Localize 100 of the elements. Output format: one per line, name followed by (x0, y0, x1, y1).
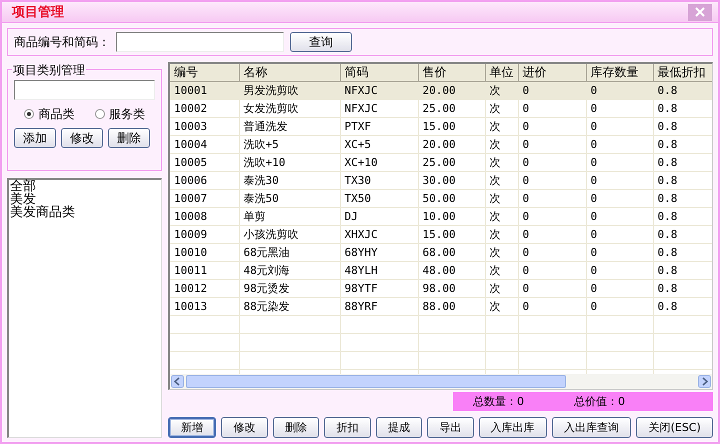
table-cell: 10003 (170, 118, 239, 136)
action-button[interactable]: 折扣 (324, 417, 371, 438)
table-cell: 25.00 (418, 100, 485, 118)
table-cell: XC+5 (340, 136, 418, 154)
action-button[interactable]: 提成 (376, 417, 422, 438)
table-cell: 10005 (170, 154, 239, 172)
table-cell: 98.00 (418, 280, 485, 298)
table-cell: 0 (586, 136, 653, 154)
table-cell: 洗吹+10 (239, 154, 340, 172)
table-cell: 女发洗剪吹 (239, 100, 340, 118)
table-cell: 0 (518, 208, 586, 226)
table-cell: 0 (518, 244, 586, 262)
table-cell: 0.8 (653, 298, 712, 316)
table-cell: 0.8 (653, 100, 712, 118)
action-button[interactable]: 入库出库 (478, 417, 547, 438)
action-button[interactable]: 新增 (168, 417, 216, 438)
table-cell: 88YRF (340, 298, 418, 316)
table-cell: 次 (485, 190, 518, 208)
action-button[interactable]: 删除 (272, 417, 320, 438)
category-button[interactable]: 删除 (108, 128, 150, 148)
table-cell: 0 (586, 262, 653, 280)
table-cell: 0 (586, 208, 653, 226)
table-cell: 48元刘海 (239, 262, 340, 280)
table-cell: 98元烫发 (239, 280, 340, 298)
table-cell: 次 (485, 172, 518, 190)
table-cell: 小孩洗剪吹 (239, 226, 340, 244)
category-name-field[interactable] (14, 80, 155, 100)
table-cell: 0 (518, 172, 586, 190)
table-cell: 10002 (170, 100, 239, 118)
table-cell: 0.8 (653, 82, 712, 100)
close-button[interactable] (688, 4, 712, 20)
radio-option[interactable]: 商品类 (24, 106, 74, 122)
action-button[interactable]: 导出 (427, 417, 474, 438)
table-cell: DJ (340, 208, 418, 226)
table-cell: 10011 (170, 262, 239, 280)
table-cell: 25.00 (418, 154, 485, 172)
action-button[interactable]: 关闭(ESC) (636, 417, 713, 438)
scroll-right-icon[interactable] (698, 375, 711, 388)
total-value: 总价值：0 (574, 394, 625, 409)
table-cell: 0 (586, 244, 653, 262)
search-field[interactable] (116, 32, 284, 52)
table-cell: 68元黑油 (239, 244, 340, 262)
table-cell: 0.8 (653, 190, 712, 208)
table-cell: NFXJC (340, 100, 418, 118)
category-item[interactable]: 美发商品类 (10, 206, 75, 219)
table-cell: 48.00 (418, 262, 485, 280)
category-item[interactable]: 全部 (10, 180, 36, 193)
table-cell: 88.00 (418, 298, 485, 316)
table-cell: 0.8 (653, 262, 712, 280)
column-header[interactable]: 库存数量 (586, 64, 653, 82)
table-cell: 次 (485, 262, 518, 280)
table-cell: 0 (586, 226, 653, 244)
table-cell: 10013 (170, 298, 239, 316)
table-cell: 次 (485, 244, 518, 262)
table-cell: 30.00 (418, 172, 485, 190)
table-cell: 0 (518, 262, 586, 280)
column-header[interactable]: 单位 (485, 64, 518, 82)
column-header[interactable]: 进价 (518, 64, 586, 82)
table-cell: 0 (586, 172, 653, 190)
table-cell: TX30 (340, 172, 418, 190)
column-header[interactable]: 名称 (239, 64, 340, 82)
table-cell: 10009 (170, 226, 239, 244)
category-button[interactable]: 修改 (61, 128, 103, 148)
table-cell: TX50 (340, 190, 418, 208)
table-cell: NFXJC (340, 82, 418, 100)
action-button[interactable]: 入出库查询 (552, 417, 632, 438)
action-button[interactable]: 修改 (221, 417, 268, 438)
table-cell: 88元染发 (239, 298, 340, 316)
table-cell: 20.00 (418, 136, 485, 154)
table-cell: 0 (518, 226, 586, 244)
table-cell: 0 (518, 82, 586, 100)
table-cell: 68.00 (418, 244, 485, 262)
table-cell: 男发洗剪吹 (239, 82, 340, 100)
column-header[interactable]: 编号 (170, 64, 239, 82)
table-cell: 0 (586, 280, 653, 298)
table-cell: 0 (518, 154, 586, 172)
category-item[interactable]: 美发 (10, 193, 36, 206)
table-cell: 10008 (170, 208, 239, 226)
close-icon (695, 7, 705, 17)
table-cell: 10006 (170, 172, 239, 190)
table-cell: 0 (518, 280, 586, 298)
horizontal-scrollbar[interactable] (170, 374, 712, 389)
table-cell: 0 (518, 190, 586, 208)
table-cell: 0 (586, 190, 653, 208)
table-cell: 20.00 (418, 82, 485, 100)
table-cell: 0 (586, 118, 653, 136)
table-cell: 0.8 (653, 226, 712, 244)
table-cell: 0 (586, 100, 653, 118)
column-header[interactable]: 售价 (418, 64, 485, 82)
scroll-left-icon[interactable] (171, 375, 184, 388)
column-header[interactable]: 最低折扣 (653, 64, 712, 82)
table-cell: 次 (485, 226, 518, 244)
table-cell: 0 (586, 82, 653, 100)
table-cell: 次 (485, 100, 518, 118)
table-cell: 0 (586, 154, 653, 172)
category-button[interactable]: 添加 (14, 128, 56, 148)
search-button[interactable]: 查询 (290, 32, 352, 52)
column-header[interactable]: 简码 (340, 64, 418, 82)
table-cell: 68YHY (340, 244, 418, 262)
radio-option[interactable]: 服务类 (94, 106, 145, 122)
